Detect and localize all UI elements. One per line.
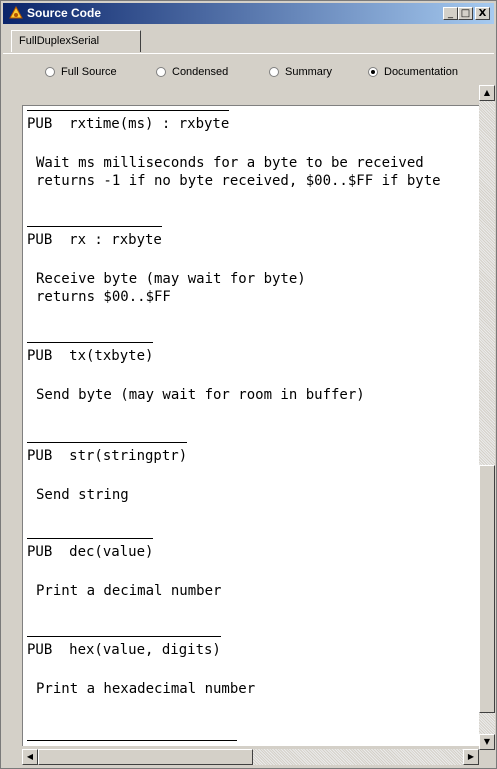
horizontal-scrollbar[interactable]: ◀ ▶ — [22, 749, 479, 765]
radio-circle-icon — [269, 67, 279, 77]
radio-summary[interactable]: Summary — [269, 66, 332, 78]
maximize-button[interactable]: □ — [458, 7, 473, 20]
method-description: Send byte (may wait for room in buffer) — [36, 387, 365, 403]
method-description: Wait ms milliseconds for a byte to be re… — [36, 155, 441, 189]
documentation-pane[interactable]: PUB rxtime(ms) : rxbyte Wait ms millisec… — [22, 105, 480, 746]
radio-label: Condensed — [172, 66, 229, 78]
title-bar[interactable]: Source Code _ □ X — [3, 3, 494, 24]
method-signature: PUB rx : rxbyte — [27, 226, 162, 248]
tab-divider — [3, 53, 494, 54]
source-code-window: Source Code _ □ X FullDuplexSerial Full … — [0, 0, 497, 769]
method-description: Print a hexadecimal number — [36, 681, 256, 697]
horizontal-scroll-thumb[interactable] — [38, 749, 253, 765]
radio-condensed[interactable]: Condensed — [156, 66, 228, 78]
file-tab-bar: FullDuplexSerial — [3, 24, 494, 64]
radio-label: Documentation — [384, 66, 458, 78]
radio-label: Summary — [285, 66, 333, 78]
method-signature: PUB tx(txbyte) — [27, 342, 154, 364]
method-signature: PUB hex(value, digits) — [27, 636, 221, 658]
tab-fullduplexserial[interactable]: FullDuplexSerial — [11, 30, 141, 52]
content-gutter — [9, 105, 22, 745]
method-signature: PUB str(stringptr) — [27, 442, 188, 464]
arrow-down-icon[interactable]: ▼ — [479, 734, 495, 750]
radio-checked-icon — [368, 67, 378, 77]
minimize-button[interactable]: _ — [443, 7, 458, 20]
method-description: Send string — [36, 487, 129, 503]
arrow-up-icon[interactable]: ▲ — [479, 85, 495, 101]
radio-full-source[interactable]: Full Source — [45, 66, 117, 78]
radio-label: Full Source — [61, 66, 117, 78]
method-description: Print a decimal number — [36, 583, 222, 599]
method-signature: PUB dec(value) — [27, 538, 154, 560]
spin-tool-icon — [9, 6, 23, 19]
vertical-scroll-thumb[interactable] — [479, 465, 495, 713]
window-title: Source Code — [27, 6, 102, 20]
arrow-left-icon[interactable]: ◀ — [22, 749, 38, 765]
method-description: Receive byte (may wait for byte) returns… — [36, 271, 306, 305]
radio-documentation[interactable]: Documentation — [368, 66, 458, 78]
arrow-right-icon[interactable]: ▶ — [463, 749, 479, 765]
method-divider — [27, 740, 237, 741]
vertical-scrollbar[interactable]: ▲ ▼ — [479, 85, 495, 750]
close-button[interactable]: X — [475, 7, 490, 20]
view-mode-options: Full Source Condensed Summary Documentat… — [3, 61, 494, 85]
method-signature: PUB rxtime(ms) : rxbyte — [27, 110, 230, 132]
radio-circle-icon — [45, 67, 55, 77]
radio-circle-icon — [156, 67, 166, 77]
